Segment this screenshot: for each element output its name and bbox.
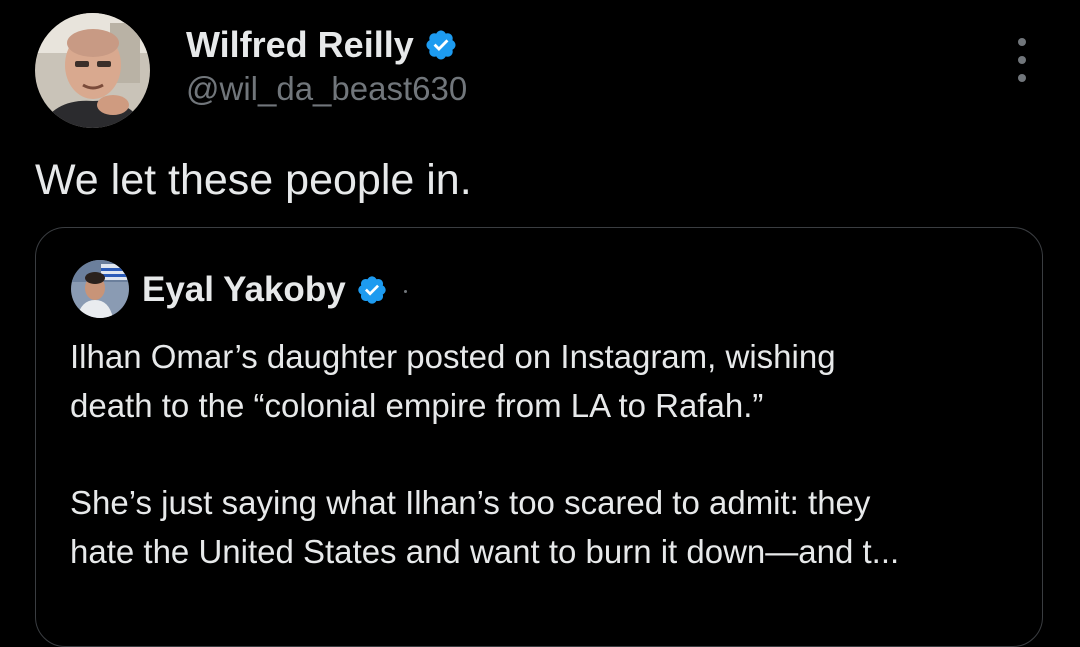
quoted-tweet-line: Ilhan Omar’s daughter posted on Instagra… <box>70 338 836 375</box>
quoted-tweet-card[interactable]: Eyal Yakoby Ilhan Omar’s daughter posted… <box>35 227 1043 647</box>
avatar-photo <box>71 260 129 318</box>
quoted-tweet-line: hate the United States and want to burn … <box>70 533 900 570</box>
author-avatar[interactable] <box>35 13 150 128</box>
quoted-tweet-paragraph: She’s just saying what Ilhan’s too scare… <box>70 478 1020 576</box>
avatar-photo <box>35 13 150 128</box>
more-vertical-icon-dot <box>1018 56 1026 64</box>
quoted-author-name[interactable]: Eyal Yakoby <box>142 270 346 310</box>
author-handle[interactable]: @wil_da_beast630 <box>186 70 467 108</box>
separator-dot <box>404 290 407 293</box>
quoted-tweet-line: death to the “colonial empire from LA to… <box>70 387 764 424</box>
quoted-author-name-row[interactable]: Eyal Yakoby <box>142 270 388 310</box>
author-name-row[interactable]: Wilfred Reilly <box>186 24 458 66</box>
more-options-button[interactable] <box>1004 38 1040 82</box>
verified-badge-icon <box>358 276 386 304</box>
quoted-author-avatar[interactable] <box>71 260 129 318</box>
tweet-text: We let these people in. <box>35 156 472 204</box>
quoted-tweet-line: She’s just saying what Ilhan’s too scare… <box>70 484 871 521</box>
more-vertical-icon-dot <box>1018 74 1026 82</box>
verified-badge-icon <box>426 30 456 60</box>
more-vertical-icon <box>1018 38 1026 46</box>
quoted-tweet-paragraph: Ilhan Omar’s daughter posted on Instagra… <box>70 332 1020 430</box>
author-name[interactable]: Wilfred Reilly <box>186 24 414 66</box>
